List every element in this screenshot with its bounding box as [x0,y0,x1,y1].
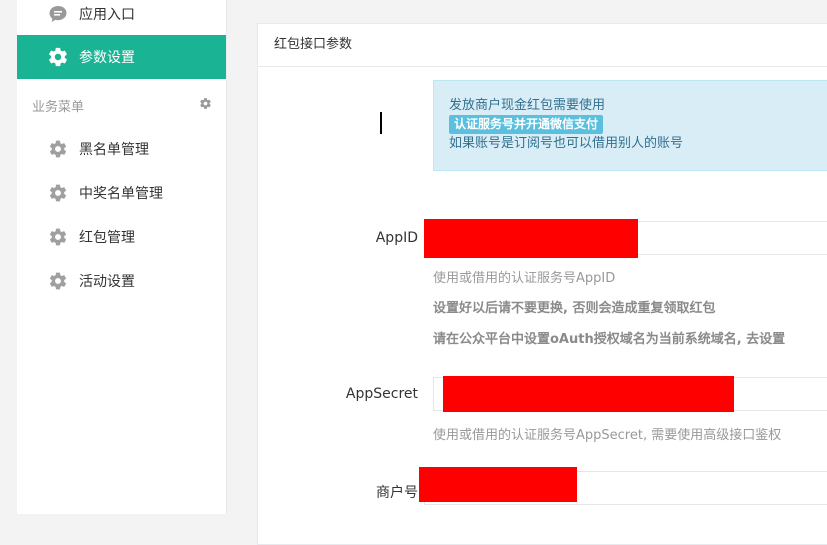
redaction-block [424,219,638,258]
alert-badge: 认证服务号并开通微信支付 [449,115,604,134]
sidebar: 应用入口 参数设置 业务菜单 黑名单管理 中奖名单管理 红包管理 活动设置 [17,0,227,514]
chat-bubble-icon [47,3,69,25]
redaction-block [443,376,734,412]
appid-warning: 设置好以后请不要更换, 否则会造成重复领取红包 [433,301,716,316]
sidebar-item-label: 应用入口 [79,7,135,23]
panel-title: 红包接口参数 [258,24,827,67]
sidebar-item-blacklist[interactable]: 黑名单管理 [17,127,226,171]
sidebar-item-label: 黑名单管理 [79,142,149,158]
appid-help: 使用或借用的认证服务号AppID [433,271,616,286]
gear-icon [47,182,69,204]
alert-line: 发放商户现金红包需要使用 [449,98,606,113]
sidebar-item-app-entry[interactable]: 应用入口 [17,0,226,36]
sidebar-item-label: 参数设置 [79,50,135,66]
redaction-block [419,467,577,502]
info-alert: 发放商户现金红包需要使用 认证服务号并开通微信支付 如果账号是订阅号也可以借用别… [433,80,827,171]
appsecret-help: 使用或借用的认证服务号AppSecret, 需要使用高级接口鉴权 [433,428,782,443]
sidebar-item-label: 中奖名单管理 [79,186,163,202]
left-gutter [0,0,17,514]
merchant-label: 商户号 [376,485,418,501]
gear-icon [47,46,69,68]
sidebar-item-activity[interactable]: 活动设置 [17,259,226,303]
sidebar-item-winners[interactable]: 中奖名单管理 [17,171,226,215]
gear-icon[interactable] [199,97,212,114]
section-title: 业务菜单 [32,99,85,115]
sidebar-item-params[interactable]: 参数设置 [17,35,226,79]
gear-icon [47,138,69,160]
section-header-business-menu: 业务菜单 [17,90,226,120]
appsecret-label: AppSecret [345,386,418,402]
text-caret [380,112,382,134]
sidebar-item-redpacket[interactable]: 红包管理 [17,215,226,259]
gear-icon [47,226,69,248]
appid-label: AppID [375,230,418,246]
gear-icon [47,270,69,292]
alert-line: 如果账号是订阅号也可以借用别人的账号 [449,136,684,151]
sidebar-item-label: 红包管理 [79,230,135,246]
appid-oauth-note[interactable]: 请在公众平台中设置oAuth授权域名为当前系统域名, 去设置 [433,328,785,347]
sidebar-item-label: 活动设置 [79,274,135,290]
